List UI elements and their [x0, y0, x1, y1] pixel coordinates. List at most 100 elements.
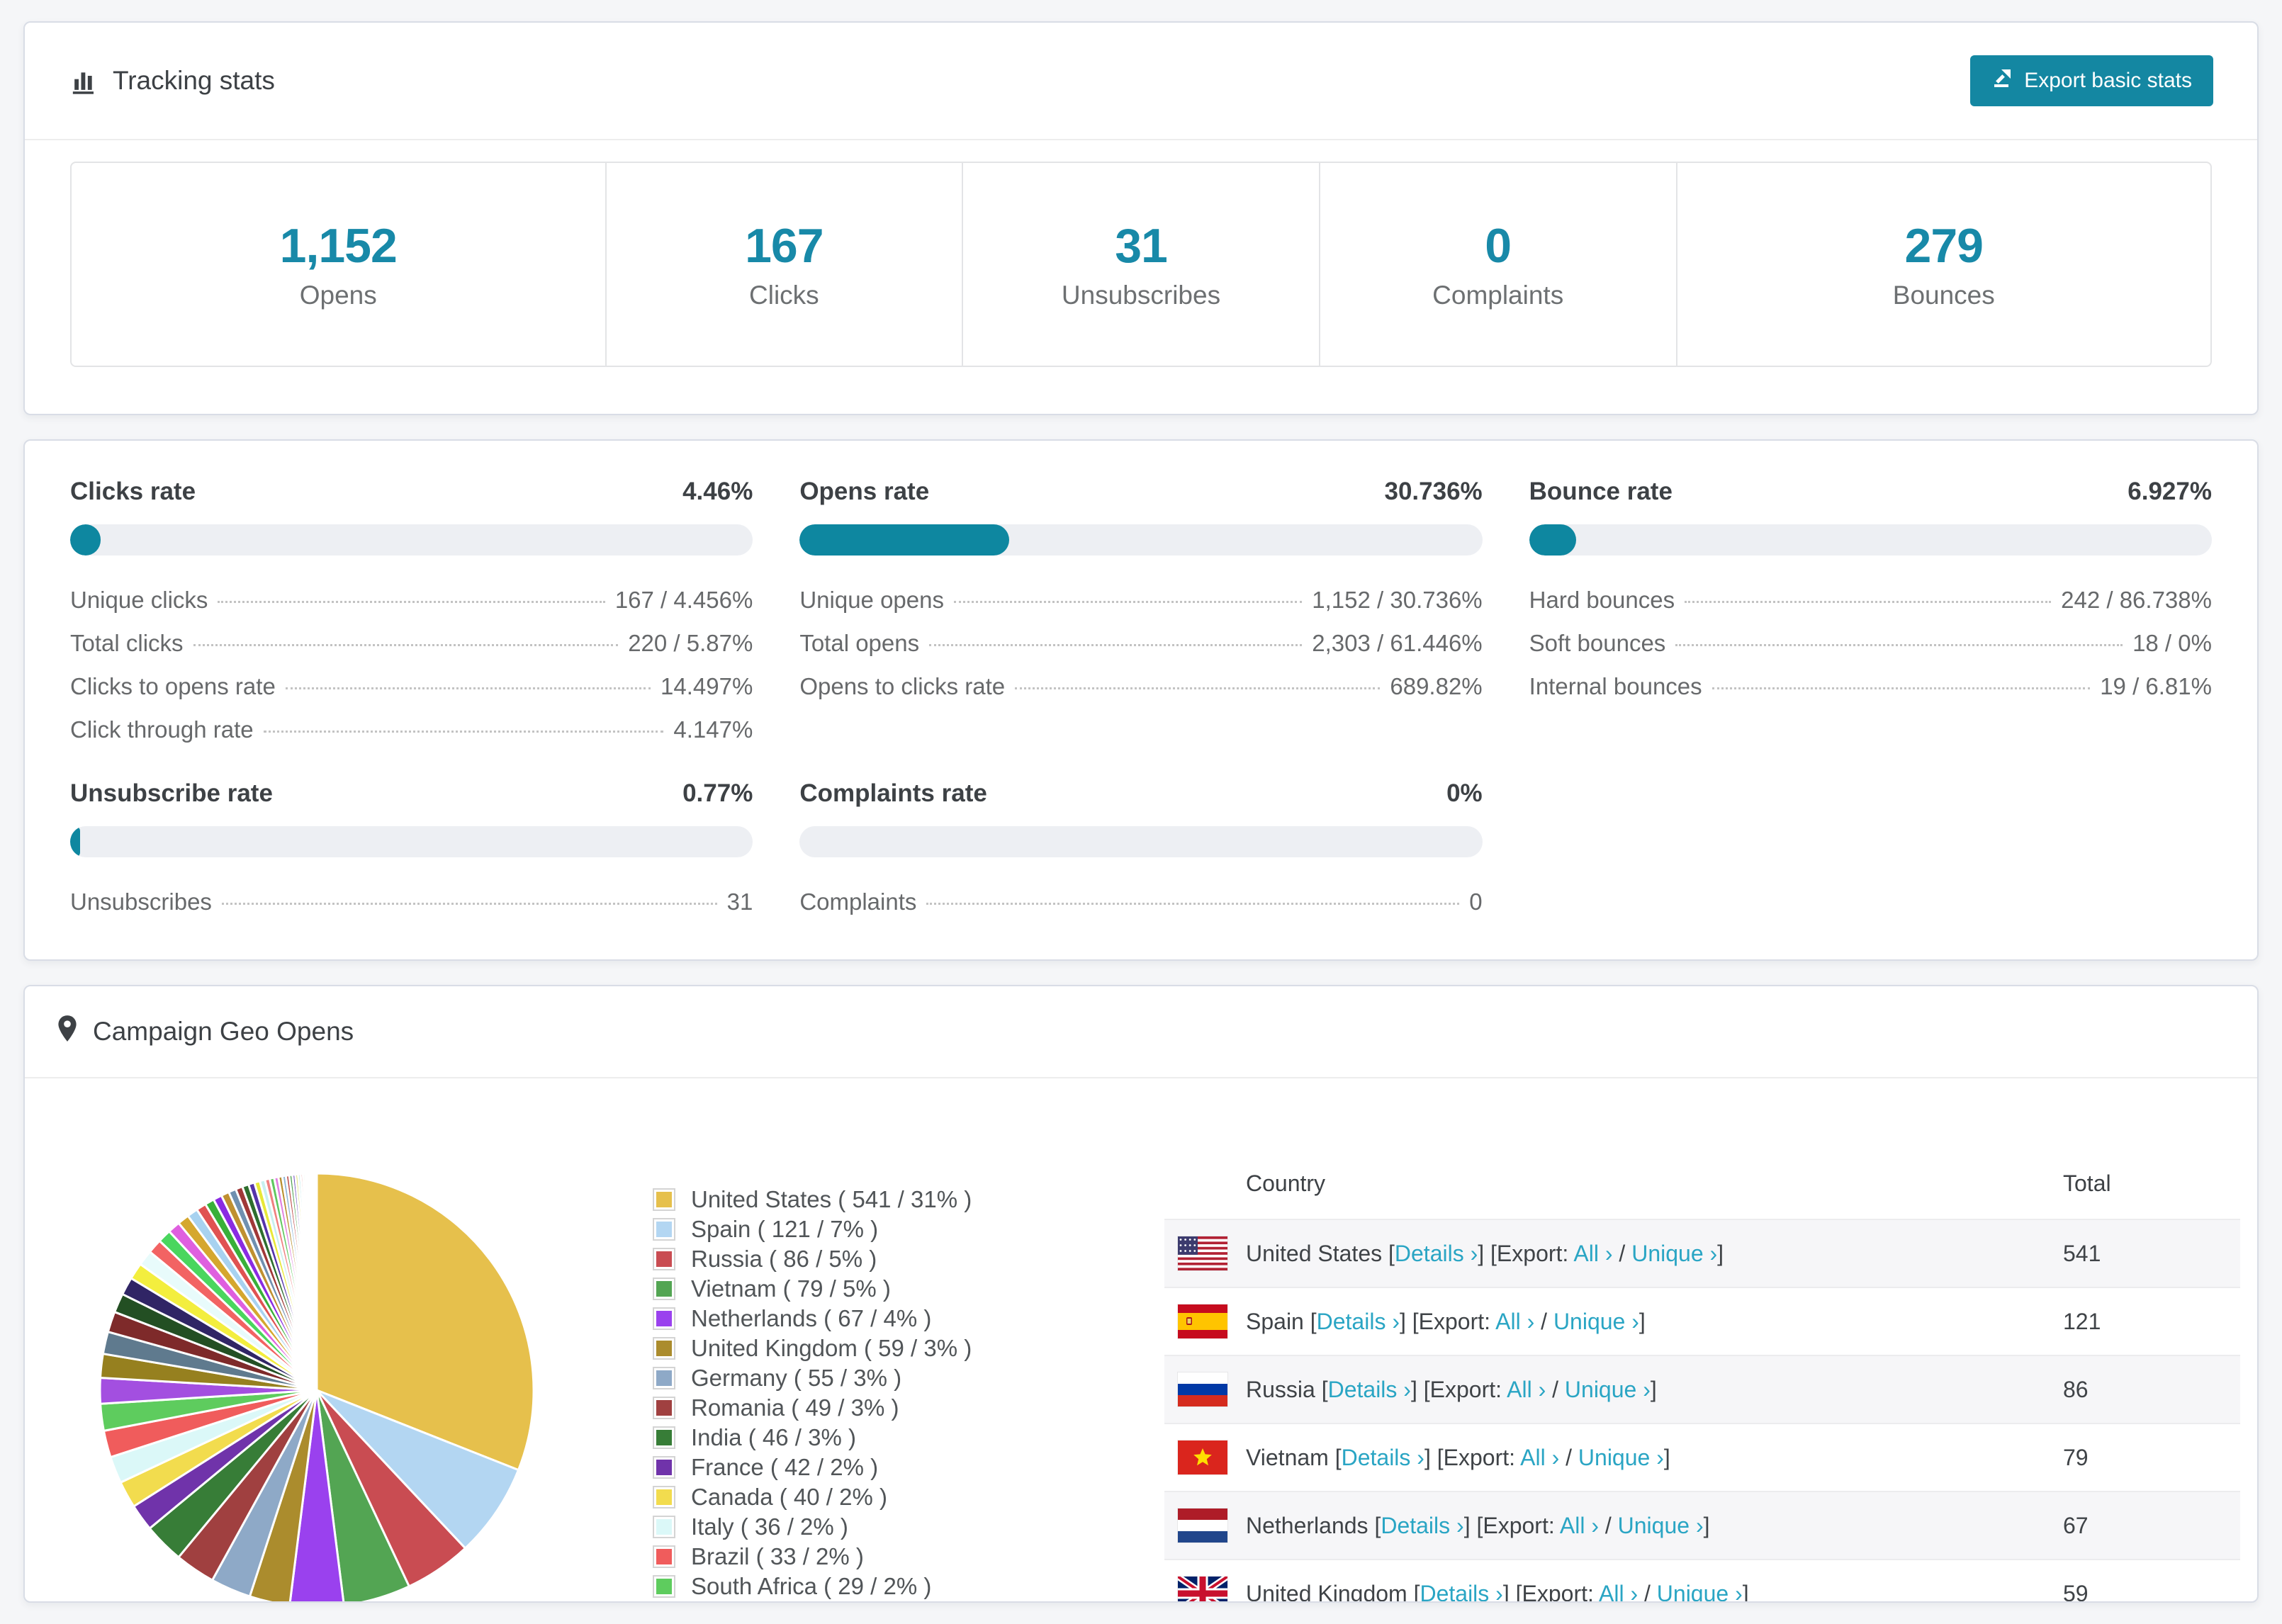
- legend-swatch: [653, 1278, 675, 1300]
- country-flag-es: [1178, 1304, 1227, 1338]
- export-all-link[interactable]: All ›: [1507, 1377, 1546, 1402]
- details-link[interactable]: Details ›: [1328, 1377, 1411, 1402]
- rate-detail-value: 167 / 4.456%: [614, 587, 753, 613]
- legend-item: Netherlands ( 67 / 4% ): [653, 1304, 972, 1333]
- export-unique-link[interactable]: Unique ›: [1657, 1581, 1743, 1602]
- legend-item: Brazil ( 33 / 2% ): [653, 1542, 972, 1572]
- progress-bar-fill: [1529, 524, 1577, 556]
- legend-label: Italy ( 36 / 2% ): [691, 1513, 848, 1540]
- table-row: Netherlands [Details ›] [Export: All › /…: [1164, 1491, 2240, 1559]
- rate-section-value: 4.46%: [682, 478, 753, 505]
- export-all-link[interactable]: All ›: [1599, 1581, 1638, 1602]
- dotted-leader: [1015, 687, 1381, 689]
- country-name: United States: [1246, 1240, 1388, 1266]
- export-icon: [1991, 67, 2013, 94]
- rate-detail-value: 689.82%: [1390, 673, 1483, 699]
- geo-opens-header: Campaign Geo Opens: [25, 986, 2257, 1078]
- export-all-link[interactable]: All ›: [1520, 1445, 1559, 1470]
- legend-swatch: [653, 1516, 675, 1538]
- dotted-leader: [193, 644, 619, 646]
- stat-box-unsubscribes: 31 Unsubscribes: [963, 163, 1320, 366]
- export-unique-link[interactable]: Unique ›: [1618, 1513, 1704, 1538]
- bracket-text: [: [1334, 1444, 1342, 1470]
- tracking-stats-header: Tracking stats Export basic stats: [25, 23, 2257, 140]
- export-unique-link[interactable]: Unique ›: [1553, 1309, 1639, 1334]
- rate-section: Complaints rate 0% Complaints 0: [799, 779, 1483, 932]
- stat-label: Unsubscribes: [1061, 281, 1221, 310]
- export-prefix-text: [Export:: [1476, 1512, 1560, 1538]
- bracket-text: ]: [1639, 1308, 1646, 1334]
- details-link[interactable]: Details ›: [1395, 1241, 1478, 1266]
- rate-section: Clicks rate 4.46% Unique clicks 167 / 4.456…: [70, 478, 753, 760]
- dotted-leader: [1675, 644, 2123, 646]
- row-total: 541: [2063, 1240, 2101, 1266]
- bracket-text: ]: [1650, 1376, 1657, 1402]
- legend-item: France ( 42 / 2% ): [653, 1453, 972, 1482]
- rate-section-title: Complaints rate: [799, 779, 987, 807]
- rate-section-head: Unsubscribe rate 0.77%: [70, 779, 753, 808]
- geo-opens-body: United States ( 541 / 31% ) Spain ( 121 /…: [25, 1078, 2257, 1603]
- rate-section-head: Complaints rate 0%: [799, 779, 1482, 808]
- legend-item: Germany ( 55 / 3% ): [653, 1363, 972, 1393]
- rate-detail-label: Unique clicks: [70, 587, 208, 613]
- rate-detail-row: Click through rate 4.147%: [70, 716, 753, 745]
- country-flag-ru: [1178, 1372, 1227, 1406]
- rate-section-value: 0%: [1446, 779, 1483, 807]
- export-basic-stats-button[interactable]: Export basic stats: [1970, 55, 2213, 106]
- stat-label: Complaints: [1432, 281, 1564, 310]
- export-prefix-text: [Export:: [1437, 1444, 1521, 1470]
- bracket-text: ]: [1703, 1512, 1710, 1538]
- rate-detail-label: Unique opens: [799, 587, 944, 613]
- country-name: Spain: [1246, 1308, 1310, 1334]
- bracket-text: ]: [1502, 1580, 1516, 1603]
- export-all-link[interactable]: All ›: [1573, 1241, 1612, 1266]
- row-total: 121: [2063, 1308, 2101, 1334]
- legend-label: United Kingdom ( 59 / 3% ): [691, 1335, 972, 1361]
- export-all-link[interactable]: All ›: [1560, 1513, 1599, 1538]
- rate-detail-row: Internal bounces 19 / 6.81%: [1529, 673, 2212, 701]
- details-link[interactable]: Details ›: [1317, 1309, 1400, 1334]
- bracket-text: ]: [1717, 1240, 1724, 1266]
- export-prefix-text: [Export:: [1490, 1240, 1574, 1266]
- rate-section-head: Opens rate 30.736%: [799, 478, 1482, 506]
- export-unique-link[interactable]: Unique ›: [1631, 1241, 1717, 1266]
- geo-table-header-country: Country: [1246, 1170, 1326, 1196]
- details-link[interactable]: Details ›: [1342, 1445, 1424, 1470]
- rate-detail-row: Unique opens 1,152 / 30.736%: [799, 587, 1482, 615]
- table-row: United Kingdom [Details ›] [Export: All …: [1164, 1559, 2240, 1603]
- rate-section-value: 6.927%: [2128, 478, 2212, 505]
- rate-detail-label: Click through rate: [70, 716, 254, 743]
- stats-summary-row: 1,152 Opens 167 Clicks 31 Unsubscribes 0 Compla…: [70, 162, 2212, 367]
- stat-label: Bounces: [1892, 281, 1995, 310]
- legend-item: Canada ( 40 / 2% ): [653, 1482, 972, 1512]
- rate-detail-value: 2,303 / 61.446%: [1312, 630, 1483, 656]
- rate-detail-value: 4.147%: [673, 716, 753, 743]
- dotted-leader: [218, 601, 605, 603]
- details-link[interactable]: Details ›: [1420, 1581, 1502, 1602]
- geo-table-header-total: Total: [2063, 1170, 2111, 1196]
- rate-detail-value: 31: [726, 889, 753, 915]
- stat-label: Clicks: [749, 281, 819, 310]
- separator-text: /: [1612, 1240, 1632, 1266]
- progress-bar: [70, 524, 753, 556]
- rate-detail-value: 14.497%: [661, 673, 753, 699]
- export-all-link[interactable]: All ›: [1495, 1309, 1534, 1334]
- separator-text: /: [1638, 1580, 1657, 1603]
- geo-opens-table: Country Total United States [Details ›] …: [1164, 1148, 2240, 1603]
- page-title: Tracking stats: [69, 66, 275, 96]
- progress-bar-fill: [70, 524, 101, 556]
- country-flag-vn: [1178, 1440, 1227, 1474]
- stat-box-complaints: 0 Complaints: [1320, 163, 1677, 366]
- export-unique-link[interactable]: Unique ›: [1565, 1377, 1651, 1402]
- dotted-leader: [929, 644, 1303, 646]
- rate-detail-value: 242 / 86.738%: [2061, 587, 2212, 613]
- rate-section-title: Unsubscribe rate: [70, 779, 273, 807]
- export-unique-link[interactable]: Unique ›: [1578, 1445, 1664, 1470]
- bracket-text: ]: [1663, 1444, 1670, 1470]
- legend-swatch: [653, 1218, 675, 1241]
- stat-value: 167: [745, 219, 824, 273]
- legend-swatch: [653, 1188, 675, 1211]
- details-link[interactable]: Details ›: [1381, 1513, 1463, 1538]
- rate-section: Opens rate 30.736% Unique opens 1,152 / 30.…: [799, 478, 1483, 760]
- row-total: 86: [2063, 1376, 2089, 1402]
